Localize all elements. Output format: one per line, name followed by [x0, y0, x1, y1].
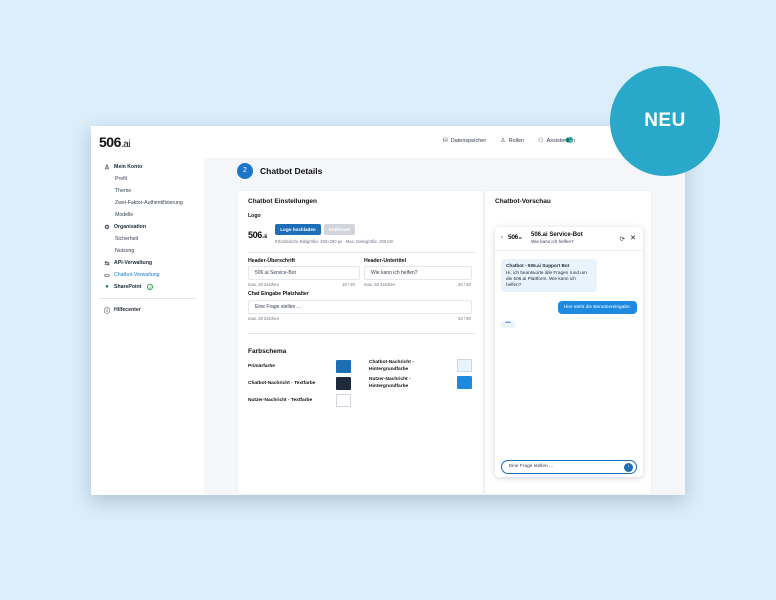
typing-indicator: ••• [501, 321, 515, 328]
chevron-left-icon[interactable]: ‹ [501, 235, 503, 241]
robot-icon: ⚇ [538, 138, 544, 144]
logo-hint: Erforderliche Bildgröße: 250×250 px · Ma… [275, 239, 393, 244]
color-label-bot-text: Chatbot-Nachricht - Textfarbe [248, 381, 316, 386]
sidebar-item-help[interactable]: ⓘ Hilfecenter [91, 304, 204, 316]
brand-logo[interactable]: 506.ai [99, 134, 130, 150]
divider [248, 333, 475, 334]
info-icon: ⓘ [104, 308, 111, 315]
chat-widget: ‹ 506.ai 506.ai Service-Bot Wie kann ich… [495, 227, 643, 477]
top-nav: ⛁ Datenspeicher ♙ Rollen ⚇ Assistenten [442, 137, 575, 145]
header-subtitle-input[interactable]: Wie kann ich helfen? [364, 266, 472, 280]
sidebar-item-modelle[interactable]: Modelle [91, 209, 204, 221]
preview-title: Chatbot-Vorschau [495, 198, 551, 205]
sidebar-divider [99, 298, 196, 299]
page-header: 2 Chatbot Details [237, 163, 322, 179]
settings-panel: Chatbot Einstellungen Logo 506.ai Logo h… [237, 190, 484, 495]
bot-sender: Chatbot - 506.ai Support Bot [506, 263, 570, 268]
new-badge: NEU [610, 66, 720, 176]
color-swatch-bot-text[interactable] [336, 377, 351, 390]
sidebar-group-organisation[interactable]: ⚙ Organisation [91, 221, 204, 233]
main-content: 2 Chatbot Details Chatbot Einstellungen … [204, 158, 685, 495]
chat-input-placeholder: Eine Frage stellen ... [509, 464, 553, 469]
chat-input[interactable]: Eine Frage stellen ... ↑ [501, 460, 637, 474]
chat-header: ‹ 506.ai 506.ai Service-Bot Wie kann ich… [495, 227, 643, 251]
color-swatch-bot-bg[interactable] [457, 359, 472, 372]
color-label-primary: Primärfarbe [248, 364, 275, 369]
sidebar-item-api[interactable]: ⇆ API-Verwaltung [91, 257, 204, 269]
nav-datenspeicher[interactable]: ⛁ Datenspeicher [442, 137, 487, 145]
sidebar-item-nutzung[interactable]: Nutzung [91, 245, 204, 257]
preview-panel: Chatbot-Vorschau ‹ 506.ai 506.ai Service… [484, 190, 652, 495]
placeholder-hint: max. 50 Zeichen [248, 316, 279, 321]
chat-logo: 506.ai [508, 234, 522, 241]
step-number: 2 [237, 163, 253, 179]
sidebar-item-chatbot[interactable]: ▭ Chatbot-Verwaltung [91, 269, 204, 281]
sidebar-group-mein-konto[interactable]: ♙ Mein Konto [91, 161, 204, 173]
sharepoint-icon[interactable] [565, 136, 573, 144]
header-title-count: 18 / 20 [342, 282, 355, 287]
user-icon: ♙ [500, 138, 506, 144]
bot-message-text: Hi, ich beantworte alle Fragen rund um d… [506, 270, 587, 287]
placeholder-label: Chat Eingabe Platzhalter [248, 291, 309, 297]
logo-preview: 506.ai [248, 230, 267, 240]
header-title-hint: max. 20 Zeichen [248, 282, 279, 287]
sidebar: ♙ Mein Konto Profil Theme Zwei-Faktor-Aut… [91, 158, 204, 495]
check-icon: ✓ [147, 284, 154, 290]
color-swatch-primary[interactable] [336, 360, 351, 373]
top-bar: 506.ai ⛁ Datenspeicher ♙ Rollen ⚇ Assistent… [91, 126, 685, 158]
app-window: 506.ai ⛁ Datenspeicher ♙ Rollen ⚇ Assistent… [91, 126, 685, 495]
refresh-icon[interactable]: ⟳ [620, 235, 625, 243]
divider [248, 252, 475, 253]
user-message: Hier steht die Benutzereingabe. [557, 301, 637, 314]
sharepoint-icon: ● [105, 284, 109, 290]
sidebar-item-2fa[interactable]: Zwei-Faktor-Authentifizierung [91, 197, 204, 209]
color-swatch-user-text[interactable] [336, 394, 351, 407]
chat-subtitle: Wie kann ich helfen? [531, 239, 574, 244]
placeholder-input[interactable]: Eine Frage stellen ... [248, 300, 472, 314]
header-subtitle-label: Header-Untertitel [364, 258, 407, 264]
sidebar-item-sharepoint[interactable]: ● SharePoint ✓ [91, 281, 204, 293]
header-title-label: Header-Überschrift [248, 258, 295, 264]
page-title: Chatbot Details [260, 166, 323, 176]
chat-icon: ▭ [104, 272, 110, 279]
gear-icon: ⚙ [104, 224, 110, 231]
placeholder-count: 22 / 50 [458, 316, 471, 321]
settings-title: Chatbot Einstellungen [248, 198, 317, 205]
header-subtitle-count: 20 / 50 [458, 282, 471, 287]
api-icon: ⇆ [104, 260, 110, 267]
header-title-input[interactable]: 506.ai Service-Bot [248, 266, 360, 280]
color-scheme-title: Farbschema [248, 348, 287, 355]
header-subtitle-hint: max. 50 Zeichen [364, 282, 395, 287]
sidebar-item-sicherheit[interactable]: Sicherheit [91, 233, 204, 245]
database-icon: ⛁ [442, 138, 448, 144]
logo-label: Logo [248, 213, 261, 219]
sidebar-item-theme[interactable]: Theme [91, 185, 204, 197]
bot-message: Chatbot - 506.ai Support Bot Hi, ich bea… [501, 259, 597, 292]
user-icon: ♙ [104, 164, 110, 171]
color-label-bot-bg: Chatbot-Nachricht - Hintergrundfarbe [369, 360, 414, 372]
color-swatch-user-bg[interactable] [457, 376, 472, 389]
chat-title: 506.ai Service-Bot [531, 232, 583, 238]
nav-rollen[interactable]: ♙ Rollen [500, 137, 524, 145]
sidebar-item-profil[interactable]: Profil [91, 173, 204, 185]
upload-logo-button[interactable]: Logo hochladen [275, 224, 321, 235]
close-icon[interactable]: ✕ [630, 234, 636, 242]
color-label-user-text: Nutzer-Nachricht - Textfarbe [248, 398, 313, 403]
remove-logo-button[interactable]: Entfernen [324, 224, 355, 235]
send-icon[interactable]: ↑ [624, 463, 633, 472]
color-label-user-bg: Nutzer-Nachricht - Hintergrundfarbe [369, 377, 411, 389]
